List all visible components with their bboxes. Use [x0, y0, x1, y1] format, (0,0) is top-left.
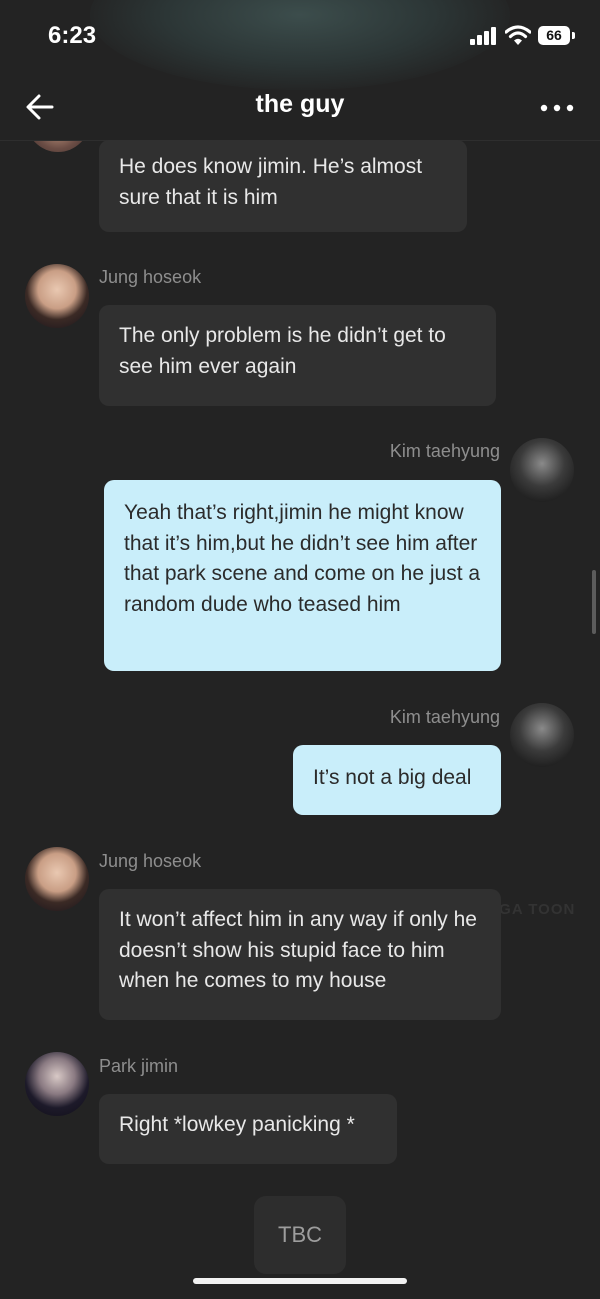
- chat-title: the guy: [255, 90, 345, 118]
- battery-tip: [572, 32, 575, 39]
- message-bubble: The only problem is he didn’t get to see…: [99, 305, 496, 406]
- message-text: It’s not a big deal: [313, 766, 472, 789]
- avatar: [510, 703, 574, 767]
- status-time: 6:23: [48, 22, 97, 49]
- avatar: [25, 264, 89, 328]
- avatar: [25, 1052, 89, 1116]
- signal-icon: [470, 27, 496, 45]
- sender-name: Jung hoseok: [99, 851, 202, 871]
- message-bubble: He does know jimin. He’s almost sure tha…: [99, 140, 467, 232]
- sender-name: Kim taehyung: [389, 707, 500, 727]
- scrollbar[interactable]: [592, 570, 596, 634]
- message-text: It won’t affect him in any way if only h…: [119, 908, 477, 992]
- sender-name: Kim taehyung: [389, 441, 500, 461]
- avatar: [25, 847, 89, 911]
- home-indicator[interactable]: [193, 1278, 407, 1284]
- status-bar: 6:23 66: [0, 0, 600, 72]
- message-bubble: Yeah that’s right,jimin he might know th…: [104, 480, 501, 671]
- message-bubble: It’s not a big deal: [293, 745, 501, 815]
- message-bubble: It won’t affect him in any way if only h…: [99, 889, 501, 1020]
- sender-name: Park jimin: [99, 1056, 179, 1076]
- message-text: The only problem is he didn’t get to see…: [119, 324, 446, 378]
- message-text: Yeah that’s right,jimin he might know th…: [124, 501, 481, 616]
- wifi-icon: [505, 25, 531, 45]
- battery-indicator: 66: [538, 26, 570, 45]
- chat-header: the guy: [0, 76, 600, 141]
- tbc-button[interactable]: TBC: [254, 1196, 346, 1274]
- avatar: [510, 438, 574, 502]
- more-dots-icon[interactable]: [540, 104, 574, 112]
- message-text: Right *lowkey panicking *: [119, 1113, 355, 1136]
- message-text: He does know jimin. He’s almost sure tha…: [119, 155, 423, 209]
- sender-name: Jung hoseok: [99, 267, 202, 287]
- message-bubble: Right *lowkey panicking *: [99, 1094, 397, 1164]
